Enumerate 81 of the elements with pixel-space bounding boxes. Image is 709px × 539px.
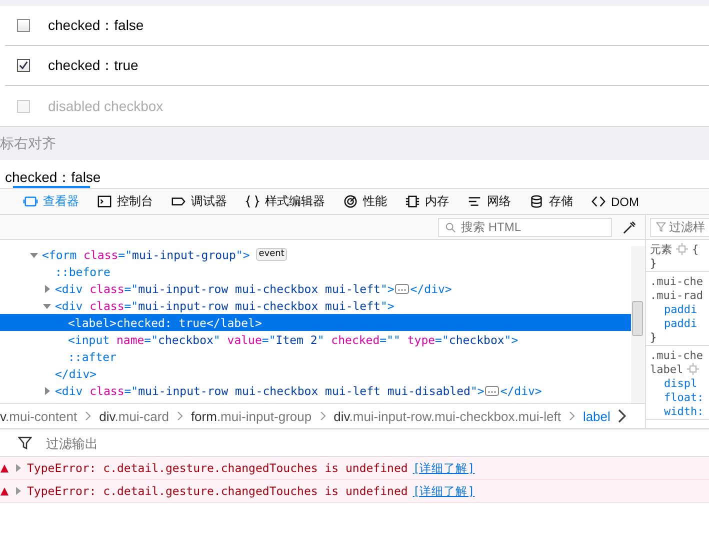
code-line[interactable]: <input name="checkbox" value="Item 2" checked="" type="checkbox">: [68, 332, 518, 346]
breadcrumb-item[interactable]: v.mui-content: [0, 408, 78, 424]
style-rule-text: paddi: [664, 316, 698, 330]
filter-field[interactable]: 过滤样: [650, 218, 709, 236]
node-icon[interactable]: [687, 363, 700, 375]
code-line[interactable]: <div class="mui-input-row mui-checkbox mui-left mui-disabled">: [55, 384, 484, 398]
chevron-icon: [85, 411, 92, 421]
warning-icon: [0, 464, 9, 472]
breadcrumb-item[interactable]: form.mui-input-group: [190, 408, 312, 424]
gauge-icon: [343, 194, 358, 209]
chevron-icon: [568, 411, 575, 421]
database-icon: [529, 194, 544, 209]
lines-icon: [467, 194, 482, 209]
learn-more-link[interactable]: [详细了解]: [412, 460, 475, 476]
style-rule-text: width:: [664, 404, 704, 418]
devtools-tab[interactable]: 控制台: [88, 189, 162, 214]
code-line[interactable]: <div class="mui-input-row mui-checkbox mui-left">: [55, 282, 394, 296]
style-rule-text: .mui-rad: [650, 288, 703, 302]
chevron-icon: [176, 411, 183, 421]
code-line[interactable]: </div>: [55, 366, 97, 380]
event-badge[interactable]: event: [256, 248, 288, 261]
style-rule-text: label: [650, 362, 684, 376]
code-line[interactable]: </div>: [410, 282, 452, 296]
devtools-tab[interactable]: 内存: [396, 189, 458, 214]
warning-icon: [0, 486, 9, 496]
expander-icon[interactable]: [14, 487, 22, 495]
style-rule-text: float:: [664, 390, 704, 404]
style-rule-text: }: [650, 330, 657, 344]
style-rule-text: .mui-che: [650, 274, 703, 288]
scrollbar-thumb[interactable]: [632, 301, 643, 336]
code-line[interactable]: <div class="mui-input-row mui-checkbox mui-left">: [55, 298, 394, 312]
expander-icon[interactable]: [30, 250, 38, 258]
frame-icon: [23, 194, 38, 209]
scrollbar[interactable]: [631, 246, 645, 403]
search-field[interactable]: 搜索 HTML: [438, 218, 612, 236]
ellipsis-icon[interactable]: [395, 284, 410, 294]
braces-icon: [245, 194, 260, 209]
filter-icon[interactable]: [18, 436, 32, 450]
terminal-icon: [97, 194, 112, 209]
checkbox-label: checked：false: [5, 168, 101, 186]
style-rule-text: .mui-che: [650, 348, 703, 362]
checkbox-label: checked：true: [48, 56, 138, 74]
node-icon[interactable]: [676, 243, 688, 255]
devtools-tab[interactable]: 样式编辑器: [236, 189, 334, 214]
chevron-icon[interactable]: [618, 409, 626, 423]
ellipsis-icon[interactable]: [485, 386, 500, 396]
checkbox[interactable]: [17, 19, 30, 32]
expander-icon[interactable]: [43, 284, 51, 292]
breadcrumb-item[interactable]: div.mui-card: [99, 408, 169, 424]
style-rule-text: displ: [664, 376, 698, 390]
code-line[interactable]: </div>: [500, 384, 542, 398]
breadcrumb-item[interactable]: label: [582, 408, 610, 424]
devtools-tab[interactable]: 网络: [458, 189, 520, 214]
expander-icon[interactable]: [14, 464, 22, 472]
devtools-tab[interactable]: 性能: [334, 189, 396, 214]
code-line[interactable]: <form class="mui-input-group">: [42, 248, 250, 262]
error-text: TypeError: c.detail.gesture.changedTouches is undefined: [27, 484, 408, 498]
checkbox[interactable]: [17, 59, 30, 72]
checkbox-label: checked：false: [48, 16, 144, 34]
style-rule-text: }: [650, 256, 657, 270]
checkbox-label: disabled checkbox: [48, 98, 164, 114]
chevron-icon: [320, 411, 326, 421]
devtools-tab[interactable]: 调试器: [162, 189, 236, 214]
code-line[interactable]: ::before: [55, 264, 110, 278]
expander-icon[interactable]: [43, 386, 51, 394]
chip-icon: [405, 194, 420, 209]
section-title: 标右对齐: [0, 134, 56, 152]
error-text: TypeError: c.detail.gesture.changedTouches is undefined: [27, 461, 408, 475]
eyedropper-icon[interactable]: [622, 220, 637, 234]
devtools-tab[interactable]: 存储: [520, 189, 582, 214]
filter-icon: [656, 222, 666, 232]
code-line[interactable]: ::after: [68, 350, 116, 364]
breadcrumb-item[interactable]: div.mui-input-row.mui-checkbox.mui-left: [334, 408, 561, 424]
code-icon: [591, 194, 606, 209]
devtools-tab[interactable]: DOM: [582, 189, 648, 214]
learn-more-link[interactable]: [详细了解]: [412, 484, 475, 498]
style-rule-text: 元素: [650, 242, 672, 256]
style-rule-text: paddi: [664, 302, 698, 316]
search-icon: [445, 222, 456, 232]
style-rule-text: {: [692, 242, 699, 256]
expander-icon[interactable]: [43, 302, 51, 310]
